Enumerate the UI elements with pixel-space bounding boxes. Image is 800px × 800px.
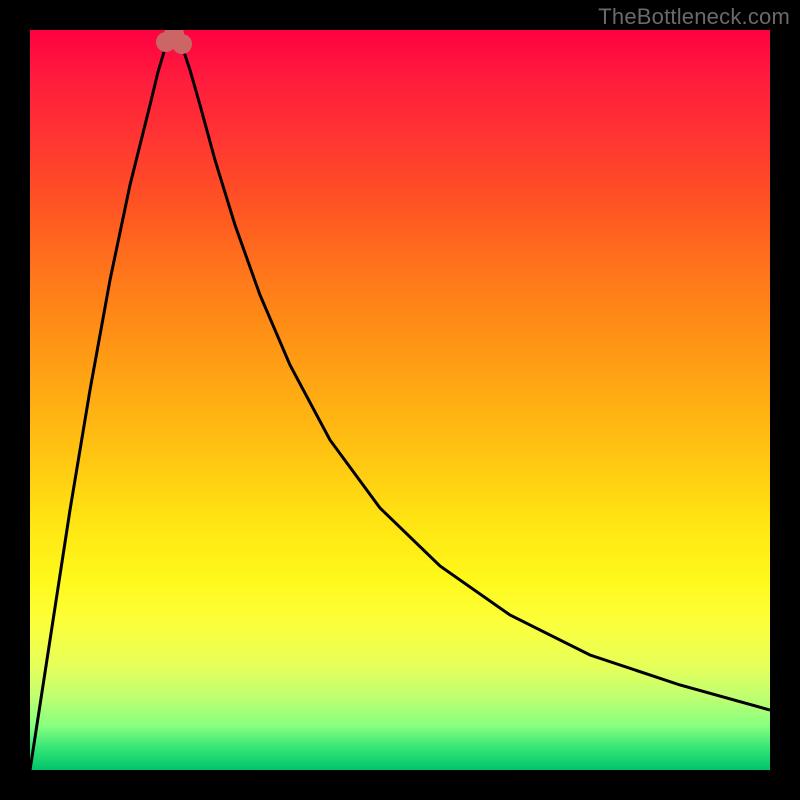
plot-area [30,30,770,770]
curve-layer [30,30,770,770]
trough-markers [156,30,192,54]
watermark-text: TheBottleneck.com [598,4,790,30]
chart-frame: TheBottleneck.com [0,0,800,800]
bottleneck-curve [30,40,770,770]
